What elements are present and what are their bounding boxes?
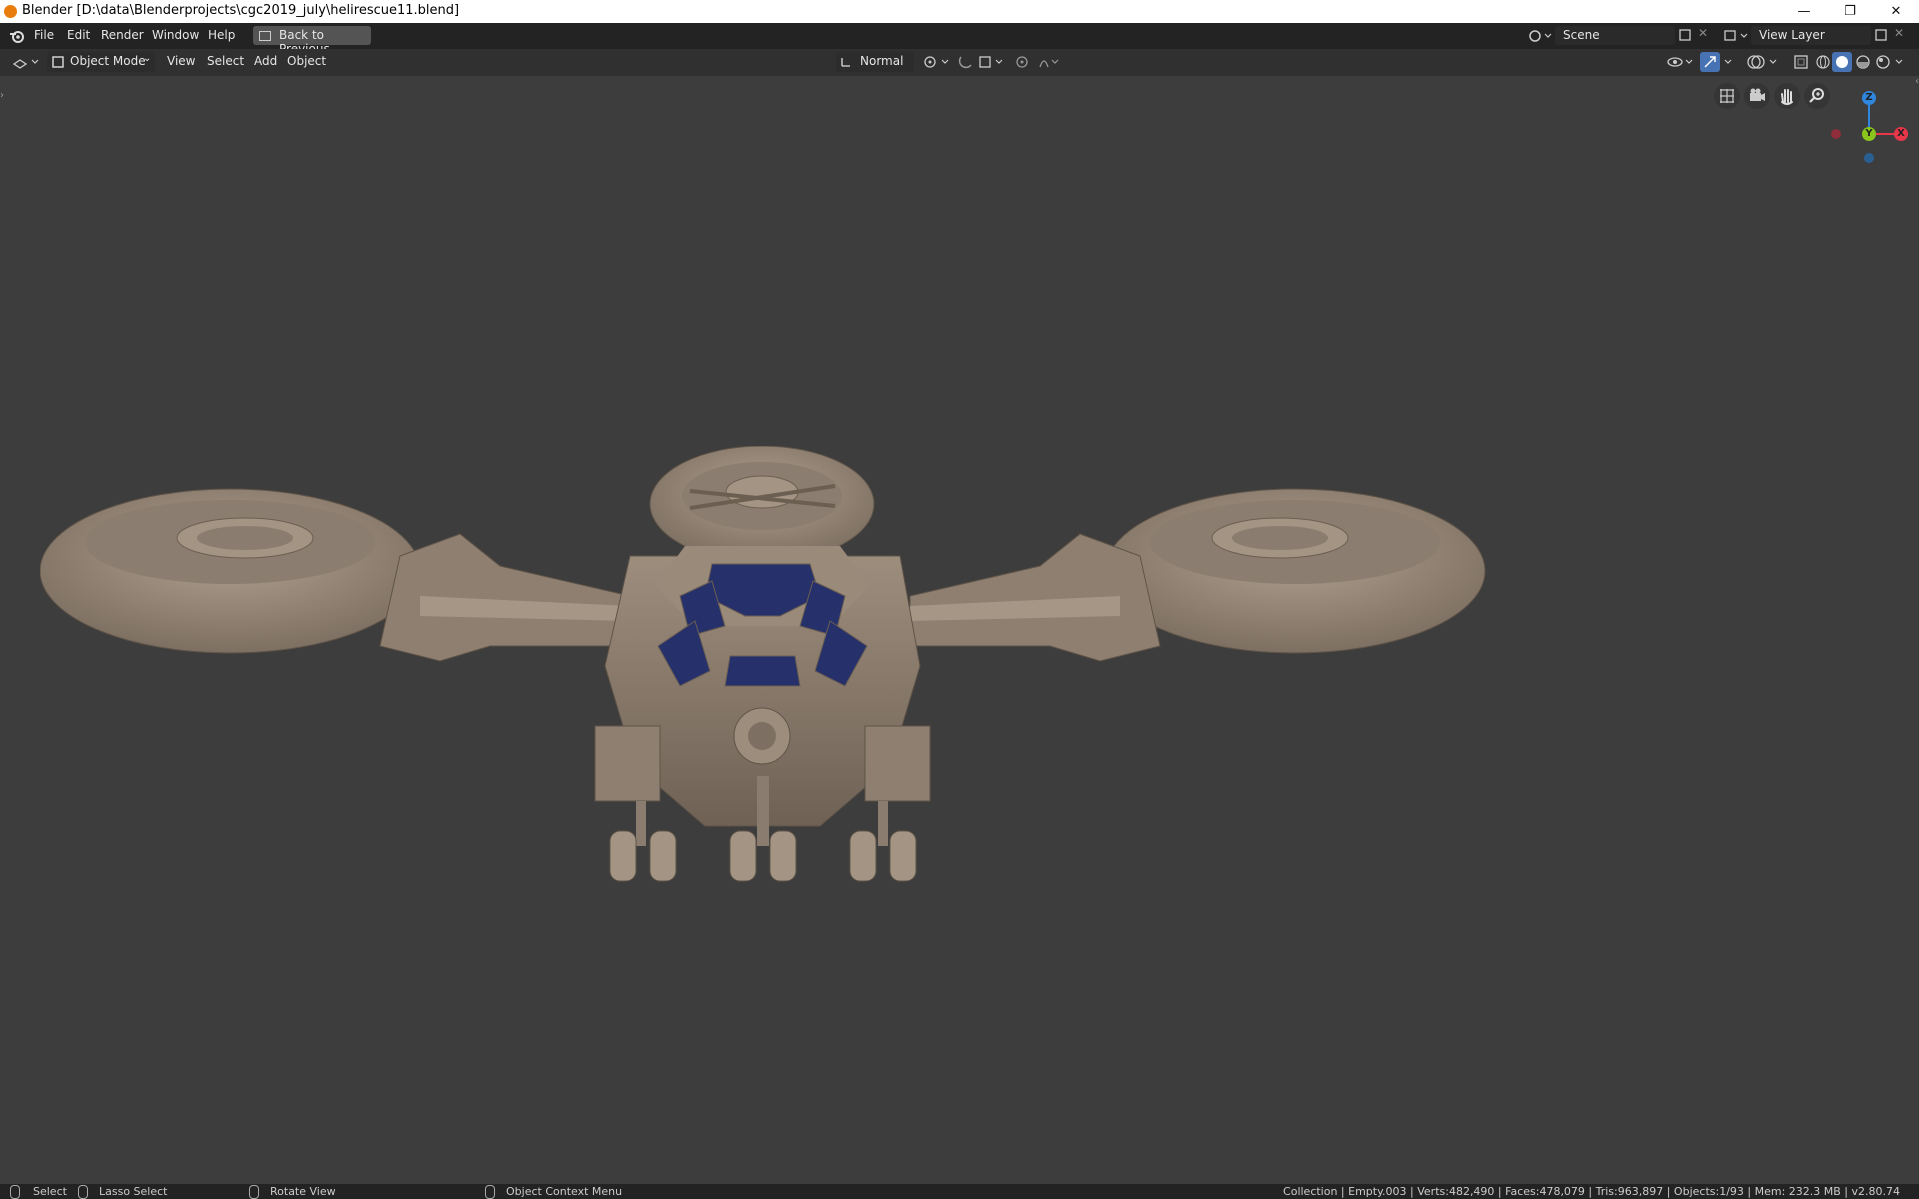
window-titlebar: Blender [D:\data\Blenderprojects\cgc2019… (0, 0, 1919, 23)
new-scene-icon[interactable] (1678, 28, 1692, 42)
pivot-point-icon[interactable] (922, 53, 952, 71)
gizmo-y-axis[interactable]: Y (1862, 127, 1876, 141)
mouse-middle-icon (249, 1185, 259, 1199)
header-menu-view[interactable]: View (167, 54, 195, 68)
minimize-button[interactable]: — (1781, 0, 1827, 23)
xray-icon[interactable] (1792, 53, 1810, 71)
header-menu-add[interactable]: Add (254, 54, 277, 68)
material-preview-icon[interactable] (1854, 53, 1872, 71)
left-rotor (40, 488, 421, 654)
top-menu-bar: File Edit Render Window Help Back to Pre… (0, 23, 1919, 56)
scene-field[interactable]: Scene (1555, 26, 1675, 45)
object-mode-dropdown[interactable]: Object Mode ⌄ (47, 52, 155, 72)
view-layer-field[interactable]: View Layer (1751, 26, 1871, 45)
back-icon (259, 31, 271, 41)
view-layer-name: View Layer (1759, 28, 1825, 42)
chevron-down-icon: ⌄ (143, 53, 152, 64)
delete-view-layer-icon[interactable]: ✕ (1894, 26, 1904, 40)
hand-icon (1781, 89, 1793, 105)
mouse-drag-icon (78, 1185, 88, 1199)
status-lasso-select: Lasso Select (99, 1185, 168, 1198)
status-rotate-view: Rotate View (270, 1185, 336, 1198)
status-bar: Select Lasso Select Rotate View Object C… (0, 1184, 1919, 1199)
toolbar-expand-icon[interactable]: › (0, 90, 4, 101)
snap-icon[interactable] (958, 53, 1008, 71)
status-select: Select (33, 1185, 67, 1198)
rendered-shading-icon[interactable] (1874, 53, 1892, 71)
back-to-previous-button[interactable]: Back to Previous (253, 26, 371, 56)
transform-orientation-dropdown[interactable]: Normal (836, 52, 914, 72)
solid-shading-button[interactable] (1832, 52, 1852, 72)
scene-name: Scene (1563, 28, 1600, 42)
window-title: Blender [D:\data\Blenderprojects\cgc2019… (22, 3, 460, 18)
gizmo-x-axis[interactable]: X (1894, 127, 1908, 141)
camera-icon (1750, 88, 1765, 101)
visibility-icon[interactable] (1666, 53, 1696, 71)
gizmo-toggle-button[interactable] (1700, 52, 1720, 72)
menu-window[interactable]: Window (152, 28, 199, 42)
blender-menu-icon[interactable] (9, 28, 25, 44)
grid-icon (1720, 89, 1734, 103)
mouse-left-icon (10, 1185, 20, 1199)
gizmo-neg-x-axis[interactable] (1831, 129, 1841, 139)
sidebar-expand-icon[interactable]: ‹ (1915, 76, 1919, 87)
gizmo-icon (1704, 56, 1716, 68)
helicopter-model[interactable] (40, 446, 1500, 1086)
object-mode-label: Object Mode (70, 54, 146, 68)
perspective-toggle-button[interactable] (1714, 83, 1740, 109)
delete-scene-icon[interactable]: ✕ (1698, 26, 1708, 40)
orientation-icon (841, 58, 850, 67)
blender-logo-icon (4, 5, 17, 18)
scene-statistics: Collection | Empty.003 | Verts:482,490 |… (1283, 1185, 1900, 1198)
wireframe-shading-icon[interactable] (1814, 53, 1832, 71)
close-button[interactable]: ✕ (1873, 0, 1919, 23)
menu-render[interactable]: Render (101, 28, 144, 42)
3d-viewport[interactable]: › ‹ Z Y X (0, 76, 1919, 1184)
menu-file[interactable]: File (34, 28, 54, 42)
orientation-label: Normal (860, 54, 904, 68)
camera-view-button[interactable] (1744, 83, 1770, 109)
right-rotor (1104, 488, 1486, 654)
shading-options-icon[interactable] (1893, 53, 1907, 71)
mouse-right-icon (485, 1185, 495, 1199)
viewport-header: Object Mode ⌄ View Select Add Object Nor… (0, 49, 1919, 76)
gizmo-options-icon[interactable] (1722, 53, 1736, 71)
overlays-icon[interactable] (1746, 53, 1780, 71)
menu-help[interactable]: Help (208, 28, 235, 42)
menu-edit[interactable]: Edit (67, 28, 90, 42)
pan-view-button[interactable] (1774, 83, 1800, 109)
new-view-layer-icon[interactable] (1874, 28, 1888, 42)
object-mode-icon (52, 56, 64, 68)
proportional-editing-icon[interactable] (1014, 53, 1064, 71)
solid-shading-icon (1836, 56, 1848, 68)
scene-selector-icon[interactable] (1527, 27, 1553, 45)
view-layer-selector-icon[interactable] (1723, 27, 1749, 45)
gizmo-z-axis[interactable]: Z (1862, 91, 1876, 105)
editor-type-icon[interactable] (12, 54, 40, 70)
gizmo-neg-z-axis[interactable] (1864, 153, 1874, 163)
status-context-menu: Object Context Menu (506, 1185, 623, 1198)
header-menu-select[interactable]: Select (207, 54, 244, 68)
header-menu-object[interactable]: Object (287, 54, 326, 68)
restore-button[interactable]: ❐ (1827, 0, 1873, 23)
top-rotor (649, 446, 875, 563)
